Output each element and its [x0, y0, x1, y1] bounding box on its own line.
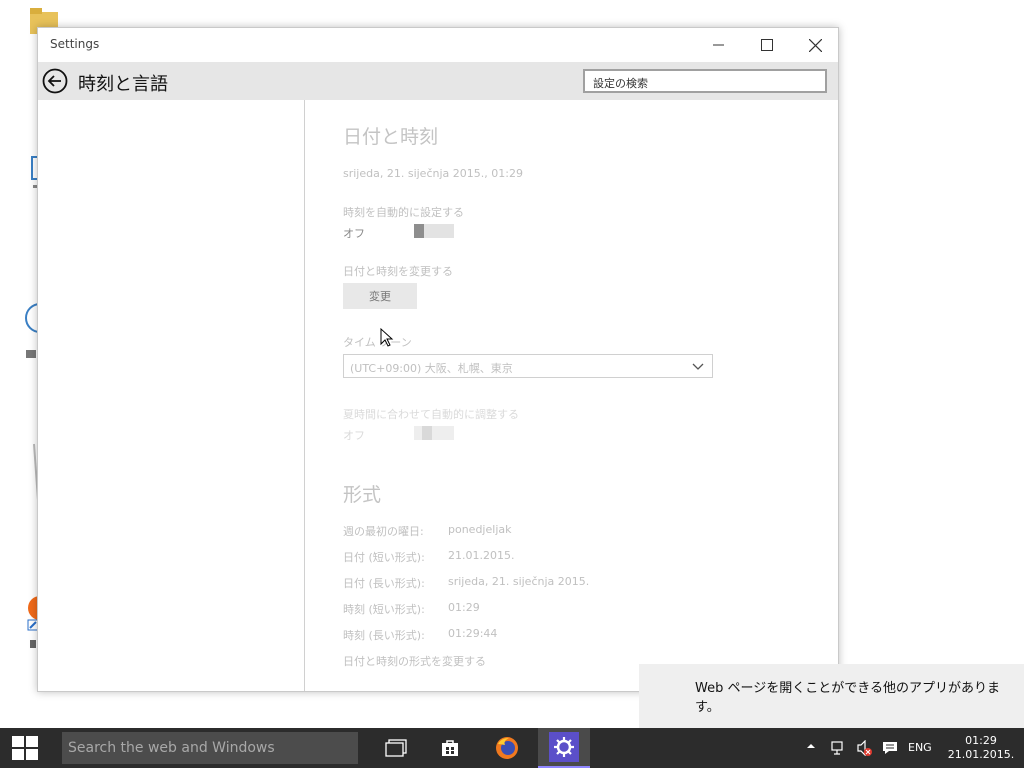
network-tray-button[interactable] — [830, 740, 846, 759]
format-heading: 形式 — [343, 484, 382, 506]
change-format-link[interactable]: 日付と時刻の形式を変更する — [343, 653, 486, 669]
change-datetime-label: 日付と時刻を変更する — [343, 265, 453, 278]
format-label: 日付 (短い形式): — [343, 551, 425, 564]
notification-text: Web ページを開くことができる他のアプリがあります。 — [695, 681, 1000, 715]
minimize-icon — [713, 44, 724, 46]
auto-time-label: 時刻を自動的に設定する — [343, 206, 464, 219]
settings-window: Settings 時刻と言語 設定の検索 日付と時刻 srijeda, 21. … — [37, 27, 839, 692]
window-title: Settings — [50, 37, 100, 51]
clock-date: 21.01.2015. — [947, 748, 1015, 761]
show-hidden-icons-button[interactable] — [806, 741, 816, 754]
action-center-button[interactable] — [882, 740, 898, 759]
title-bar[interactable]: Settings — [38, 28, 838, 62]
task-view-icon — [385, 739, 407, 757]
minimize-button[interactable] — [696, 28, 742, 62]
dst-label: 夏時間に合わせて自動的に調整する — [343, 408, 519, 421]
format-label: 時刻 (長い形式): — [343, 629, 425, 642]
timezone-select[interactable]: (UTC+09:00) 大阪、札幌、東京 — [343, 354, 713, 378]
taskbar: Search the web and Windows ENG 01:29 21.… — [0, 728, 1024, 768]
format-value: ponedjeljak — [448, 523, 512, 536]
datetime-heading: 日付と時刻 — [343, 126, 439, 148]
format-value: 01:29 — [448, 601, 480, 614]
network-icon — [831, 741, 843, 755]
volume-tray-button[interactable] — [856, 739, 872, 759]
settings-gear-icon — [549, 732, 579, 762]
dst-state: オフ — [343, 429, 365, 442]
settings-header: 時刻と言語 設定の検索 — [38, 62, 838, 100]
close-icon — [808, 38, 822, 52]
firefox-taskbar-button[interactable] — [487, 728, 527, 768]
format-label: 日付 (長い形式): — [343, 577, 425, 590]
store-icon — [442, 740, 458, 756]
firefox-icon — [496, 737, 518, 759]
back-button[interactable] — [42, 68, 68, 94]
chevron-down-icon — [692, 363, 704, 370]
change-datetime-button[interactable]: 変更 — [343, 283, 417, 309]
maximize-button[interactable] — [744, 28, 790, 62]
auto-time-toggle[interactable] — [414, 224, 454, 238]
taskbar-clock[interactable]: 01:29 21.01.2015. — [946, 734, 1016, 762]
start-button[interactable] — [0, 728, 50, 768]
taskbar-search-input[interactable]: Search the web and Windows — [62, 732, 358, 764]
timezone-label: タイム ゾーン — [343, 336, 412, 349]
back-arrow-icon — [42, 68, 68, 94]
store-button[interactable] — [430, 728, 470, 768]
chevron-up-icon — [807, 744, 815, 748]
timezone-value: (UTC+09:00) 大阪、札幌、東京 — [350, 362, 513, 375]
message-icon — [883, 742, 897, 754]
close-button[interactable] — [792, 28, 838, 62]
language-indicator[interactable]: ENG — [908, 741, 932, 754]
format-value: srijeda, 21. siječnja 2015. — [448, 575, 590, 588]
mouse-cursor-icon — [380, 328, 394, 347]
format-value: 21.01.2015. — [448, 549, 515, 562]
format-value: 01:29:44 — [448, 627, 498, 640]
windows-logo-icon — [12, 736, 38, 760]
task-view-button[interactable] — [376, 728, 416, 768]
dst-toggle[interactable] — [414, 426, 454, 440]
settings-taskbar-button[interactable] — [538, 728, 590, 768]
navigation-pane — [38, 100, 305, 691]
settings-search-input[interactable]: 設定の検索 — [583, 69, 827, 93]
current-datetime: srijeda, 21. siječnja 2015., 01:29 — [343, 167, 523, 180]
clock-time: 01:29 — [965, 734, 997, 747]
format-label: 時刻 (短い形式): — [343, 603, 425, 616]
format-label: 週の最初の曜日: — [343, 525, 424, 538]
auto-time-state: オフ — [343, 227, 365, 240]
page-title: 時刻と言語 — [78, 74, 168, 95]
content-pane: 日付と時刻 srijeda, 21. siječnja 2015., 01:29… — [305, 100, 838, 691]
maximize-icon — [761, 39, 773, 51]
volume-muted-icon — [857, 739, 872, 757]
notification-toast[interactable]: Web ページを開くことができる他のアプリがあります。 — [639, 664, 1024, 728]
